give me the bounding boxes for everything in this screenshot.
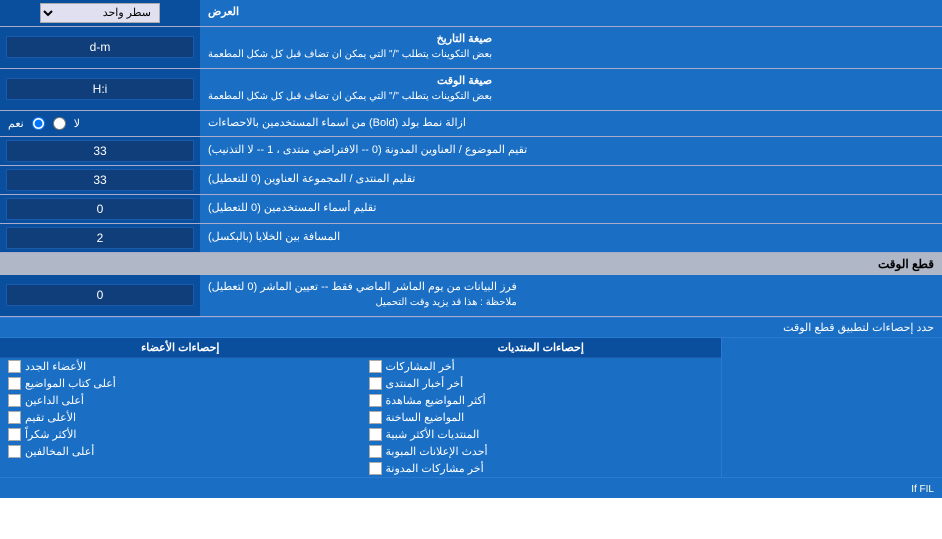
time-format-input[interactable] (6, 78, 194, 100)
stats-col1-header: إحصاءات المنتديات (361, 338, 722, 358)
date-format-label: صيغة التاريخ بعض التكوينات يتطلب "/" الت… (200, 27, 942, 68)
display-dropdown[interactable]: سطر واحد سطران ثلاثة أسطر (40, 3, 160, 23)
time-cut-section-header: قطع الوقت (0, 253, 942, 275)
users-trim-input[interactable] (6, 198, 194, 220)
checkbox-icon[interactable] (369, 377, 382, 390)
stats-item: أكثر المواضيع مشاهدة (361, 392, 722, 409)
forum-sort-input[interactable] (6, 169, 194, 191)
time-cut-input-cell (0, 275, 200, 316)
users-trim-input-cell (0, 195, 200, 223)
stats-limit-row: حدد إحصاءات لتطبيق قطع الوقت (0, 317, 942, 337)
time-cut-label: فرز البيانات من يوم الماشر الماضي فقط --… (200, 275, 942, 316)
checkbox-icon[interactable] (369, 394, 382, 407)
stats-item: أخر المشاركات (361, 358, 722, 375)
topic-sort-input[interactable] (6, 140, 194, 162)
forum-sort-label: تقليم المنتدى / المجموعة العناوين (0 للت… (200, 166, 942, 194)
header-label: العرض (200, 0, 942, 26)
checkbox-icon[interactable] (369, 428, 382, 441)
time-cut-input[interactable] (6, 284, 194, 306)
stats-col2-header: إحصاءات الأعضاء (0, 338, 361, 358)
stats-item: الأعلى تقيم (0, 409, 361, 426)
stats-right-col (722, 338, 942, 477)
checkbox-icon[interactable] (369, 445, 382, 458)
stats-item: أعلى الداعين (0, 392, 361, 409)
bold-remove-yes[interactable] (32, 117, 45, 130)
forum-sort-input-cell (0, 166, 200, 194)
topic-sort-label: تقيم الموضوع / العناوين المدونة (0 -- ال… (200, 137, 942, 165)
time-format-input-cell (0, 69, 200, 110)
cell-spacing-label: المسافة بين الخلايا (بالبكسل) (200, 224, 942, 252)
date-format-input-cell (0, 27, 200, 68)
checkbox-icon[interactable] (8, 445, 21, 458)
if-fil-text: If FIL (911, 484, 934, 495)
checkbox-icon[interactable] (8, 411, 21, 424)
stats-item: أخر مشاركات المدونة (361, 460, 722, 477)
stats-item: أعلى المخالفين (0, 443, 361, 460)
stats-item: المواضيع الساخنة (361, 409, 722, 426)
cell-spacing-input[interactable] (6, 227, 194, 249)
checkbox-icon[interactable] (369, 411, 382, 424)
checkbox-icon[interactable] (8, 377, 21, 390)
header-dropdown-cell: سطر واحد سطران ثلاثة أسطر (0, 0, 200, 26)
checkbox-icon[interactable] (8, 428, 21, 441)
stats-item: أعلى كتاب المواضيع (0, 375, 361, 392)
stats-item: الأكثر شكراً (0, 426, 361, 443)
bold-remove-label: ازالة نمط بولد (Bold) من اسماء المستخدمي… (200, 111, 942, 136)
users-trim-label: تقليم أسماء المستخدمين (0 للتعطيل) (200, 195, 942, 223)
time-format-label: صيغة الوقت بعض التكوينات يتطلب "/" التي … (200, 69, 942, 110)
bold-remove-options: لا نعم (0, 111, 200, 136)
stats-item: أحدث الإعلانات المبوبة (361, 443, 722, 460)
cell-spacing-input-cell (0, 224, 200, 252)
bold-remove-no[interactable] (53, 117, 66, 130)
checkbox-icon[interactable] (8, 360, 21, 373)
topic-sort-input-cell (0, 137, 200, 165)
checkbox-icon[interactable] (369, 462, 382, 475)
checkbox-icon[interactable] (369, 360, 382, 373)
stats-item: الأعضاء الجدد (0, 358, 361, 375)
stats-item: أخر أخبار المنتدى (361, 375, 722, 392)
stats-item: المنتديات الأكثر شبية (361, 426, 722, 443)
date-format-input[interactable] (6, 36, 194, 58)
checkbox-icon[interactable] (8, 394, 21, 407)
